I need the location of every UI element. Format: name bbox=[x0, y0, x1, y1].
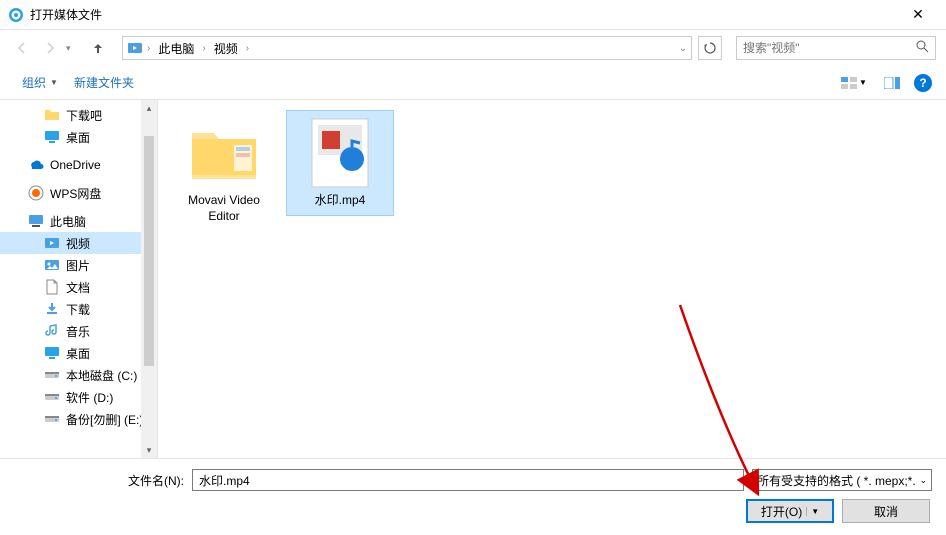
refresh-button[interactable] bbox=[698, 36, 722, 60]
tree-item-documents[interactable]: 文档 bbox=[0, 276, 157, 298]
file-type-filter[interactable]: 所有受支持的格式 ( *. mepx;*.⌄ bbox=[752, 469, 932, 491]
tree-item-folder[interactable]: 下载吧 bbox=[0, 104, 157, 126]
tree-item-label: 桌面 bbox=[66, 345, 90, 362]
chevron-right-icon: › bbox=[244, 43, 251, 54]
file-item[interactable]: 水印.mp4 bbox=[286, 110, 394, 216]
tree-item-drive[interactable]: 本地磁盘 (C:) bbox=[0, 364, 157, 386]
thispc-icon bbox=[28, 213, 44, 229]
toolbar: 组织▼ 新建文件夹 ▼ ? bbox=[0, 66, 946, 100]
pictures-icon bbox=[44, 257, 60, 273]
folder-icon bbox=[44, 107, 60, 123]
tree-item-music[interactable]: 音乐 bbox=[0, 320, 157, 342]
tree-item-onedrive[interactable]: OneDrive bbox=[0, 154, 157, 176]
breadcrumb-dropdown-icon[interactable]: ⌄ bbox=[679, 43, 687, 54]
up-button[interactable] bbox=[86, 36, 110, 60]
navigation-tree[interactable]: 下载吧桌面OneDriveWPS网盘此电脑视频图片文档下载音乐桌面本地磁盘 (C… bbox=[0, 100, 158, 458]
tree-item-label: 下载吧 bbox=[66, 107, 102, 124]
tree-item-label: 图片 bbox=[66, 257, 90, 274]
downloads-icon bbox=[44, 301, 60, 317]
tree-item-desktop-blue[interactable]: 桌面 bbox=[0, 342, 157, 364]
chevron-right-icon: › bbox=[200, 43, 207, 54]
tree-item-label: 软件 (D:) bbox=[66, 389, 113, 406]
breadcrumb-current[interactable]: 视频 bbox=[210, 38, 242, 59]
tree-item-wps[interactable]: WPS网盘 bbox=[0, 182, 157, 204]
search-icon[interactable] bbox=[916, 40, 929, 56]
cancel-button[interactable]: 取消 bbox=[842, 499, 930, 523]
documents-icon bbox=[44, 279, 60, 295]
tree-item-label: 备份[勿删] (E:) bbox=[66, 411, 143, 428]
back-button bbox=[10, 36, 34, 60]
forward-button bbox=[38, 36, 62, 60]
filename-input[interactable] bbox=[192, 469, 744, 491]
tree-item-label: 音乐 bbox=[66, 323, 90, 340]
video-icon bbox=[296, 117, 384, 189]
tree-item-thispc[interactable]: 此电脑 bbox=[0, 210, 157, 232]
scroll-down-icon[interactable]: ▾ bbox=[141, 442, 157, 458]
sidebar-scrollbar[interactable]: ▴ ▾ bbox=[141, 100, 157, 458]
scroll-thumb[interactable] bbox=[144, 136, 154, 366]
music-icon bbox=[44, 323, 60, 339]
tree-item-label: 下载 bbox=[66, 301, 90, 318]
file-list[interactable]: Movavi Video Editor 水印.mp4 bbox=[158, 100, 946, 458]
onedrive-icon bbox=[28, 157, 44, 173]
search-box[interactable] bbox=[736, 36, 936, 60]
drive-icon bbox=[44, 367, 60, 383]
desktop-blue-icon bbox=[44, 345, 60, 361]
tree-item-videos[interactable]: 视频 bbox=[0, 232, 157, 254]
tree-item-label: OneDrive bbox=[50, 158, 101, 172]
folder-icon bbox=[180, 117, 268, 189]
videos-icon bbox=[44, 235, 60, 251]
new-folder-button[interactable]: 新建文件夹 bbox=[66, 70, 142, 95]
tree-item-label: 桌面 bbox=[66, 129, 90, 146]
breadcrumb-root[interactable]: 此电脑 bbox=[154, 38, 198, 59]
drive-icon bbox=[44, 389, 60, 405]
dialog-footer: 文件名(N): 所有受支持的格式 ( *. mepx;*.⌄ 打开(O)▼ 取消 bbox=[0, 458, 946, 535]
tree-item-label: 本地磁盘 (C:) bbox=[66, 367, 137, 384]
wps-icon bbox=[28, 185, 44, 201]
open-button[interactable]: 打开(O)▼ bbox=[746, 499, 834, 523]
file-label: Movavi Video Editor bbox=[175, 193, 273, 224]
tree-item-label: 视频 bbox=[66, 235, 90, 252]
tree-item-downloads[interactable]: 下载 bbox=[0, 298, 157, 320]
tree-item-desktop-blue[interactable]: 桌面 bbox=[0, 126, 157, 148]
view-options-button[interactable]: ▼ bbox=[838, 72, 870, 94]
tree-item-label: 此电脑 bbox=[50, 213, 86, 230]
help-button[interactable]: ? bbox=[914, 74, 932, 92]
file-label: 水印.mp4 bbox=[315, 193, 366, 209]
search-input[interactable] bbox=[743, 41, 916, 55]
history-dropdown[interactable]: ▾ bbox=[66, 43, 78, 54]
preview-pane-button[interactable] bbox=[876, 72, 908, 94]
app-icon bbox=[8, 7, 24, 23]
organize-button[interactable]: 组织▼ bbox=[14, 70, 66, 95]
scroll-up-icon[interactable]: ▴ bbox=[141, 100, 157, 116]
navbar: ▾ › 此电脑 › 视频 › ⌄ bbox=[0, 30, 946, 66]
tree-item-pictures[interactable]: 图片 bbox=[0, 254, 157, 276]
folder-item[interactable]: Movavi Video Editor bbox=[170, 110, 278, 231]
videos-folder-icon bbox=[127, 40, 143, 56]
filename-label: 文件名(N): bbox=[14, 472, 184, 489]
close-button[interactable]: ✕ bbox=[898, 1, 938, 29]
drive-icon bbox=[44, 411, 60, 427]
window-title: 打开媒体文件 bbox=[30, 6, 898, 23]
tree-item-drive[interactable]: 备份[勿删] (E:) bbox=[0, 408, 157, 430]
tree-item-label: WPS网盘 bbox=[50, 185, 101, 202]
titlebar: 打开媒体文件 ✕ bbox=[0, 0, 946, 30]
tree-item-drive[interactable]: 软件 (D:) bbox=[0, 386, 157, 408]
breadcrumb[interactable]: › 此电脑 › 视频 › ⌄ bbox=[122, 36, 692, 60]
dialog-body: 下载吧桌面OneDriveWPS网盘此电脑视频图片文档下载音乐桌面本地磁盘 (C… bbox=[0, 100, 946, 458]
tree-item-label: 文档 bbox=[66, 279, 90, 296]
desktop-blue-icon bbox=[44, 129, 60, 145]
chevron-right-icon: › bbox=[145, 43, 152, 54]
